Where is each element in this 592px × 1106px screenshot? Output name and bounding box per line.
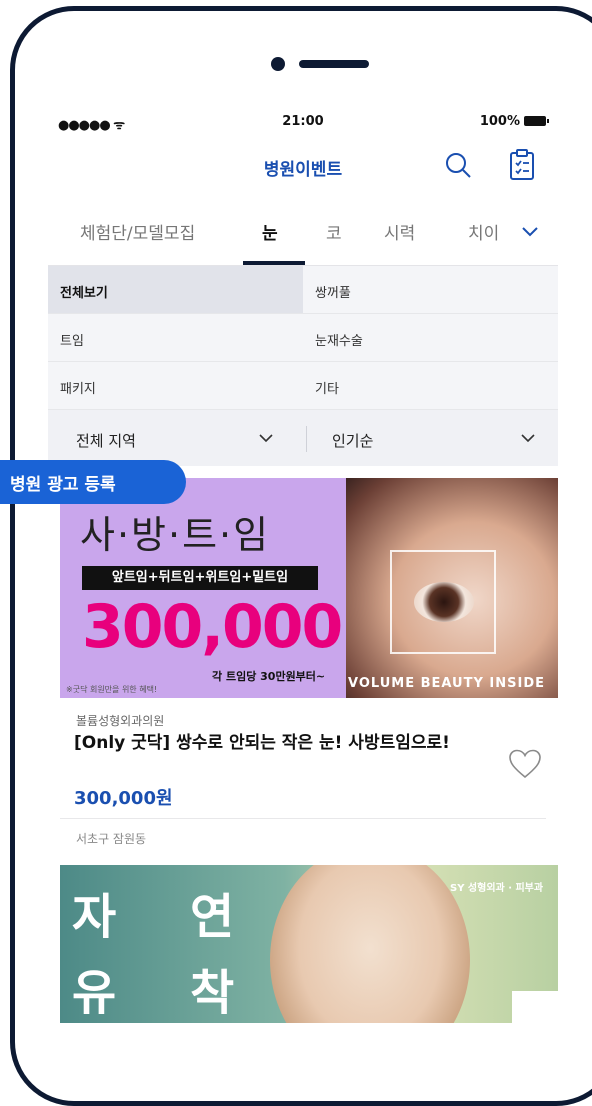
app-screen: ●●●●● ᯤ 21:00 100% 병원이벤트 체험단/모델모집 눈 코 시력… <box>48 105 558 1023</box>
subcategory-grid: 전체보기 쌍꺼풀 트임 눈재수술 패키지 기타 <box>48 266 558 410</box>
tab-vision[interactable]: 시력 <box>384 219 415 244</box>
banner-title: 사·방·트·임 <box>80 513 271 557</box>
banner2-char-4: 착 <box>190 965 235 1021</box>
hospital-location: 서초구 잠원동 <box>76 832 147 846</box>
checklist-icon[interactable] <box>507 149 537 181</box>
banner2-logo: SY 성형외과 · 피부과 <box>450 883 544 894</box>
event-card[interactable]: 사·방·트·임 앞트임+뒤트임+위트임+밑트임 300,000 각 트임당 30… <box>48 466 558 864</box>
category-tabs: 체험단/모델모집 눈 코 시력 치이 <box>48 195 558 266</box>
banner-brand: VOLUME BEAUTY INSIDE <box>348 676 546 691</box>
card-divider <box>60 818 546 819</box>
banner-per-price: 각 트임당 30만원부터~ <box>212 670 326 683</box>
subcategory-eye-revision[interactable]: 눈재수술 <box>303 314 558 362</box>
speaker-slot <box>299 60 369 68</box>
banner2-thumbnail <box>512 991 558 1023</box>
sort-filter[interactable]: 인기순 <box>332 430 373 451</box>
banner2-char-1: 자 <box>72 889 117 945</box>
banner-photo-eye: VOLUME BEAUTY INSIDE <box>346 478 558 698</box>
subcategory-double-eyelid[interactable]: 쌍꺼풀 <box>303 266 558 314</box>
event-banner-image-2[interactable]: 자 연 유 착 SY 성형외과 · 피부과 <box>60 865 558 1023</box>
banner-subtitle: 앞트임+뒤트임+위트임+밑트임 <box>82 566 318 590</box>
banner-price: 300,000 <box>82 592 343 662</box>
subcategory-canthoplasty[interactable]: 트임 <box>48 314 303 362</box>
filter-bar: 전체 지역 인기순 <box>48 410 558 466</box>
eye-graphic <box>414 582 474 622</box>
subcategory-package[interactable]: 패키지 <box>48 362 303 410</box>
banner2-char-2: 연 <box>190 889 235 945</box>
hospital-name: 볼륨성형외과의원 <box>76 714 165 728</box>
chevron-down-icon[interactable] <box>258 432 274 444</box>
active-tab-indicator <box>243 261 305 265</box>
tab-dental[interactable]: 치이 <box>468 219 499 244</box>
tab-nose[interactable]: 코 <box>326 219 342 244</box>
filter-divider <box>306 426 307 452</box>
camera-dot <box>271 57 285 71</box>
event-title[interactable]: [Only 굿닥] 쌍수로 안되는 작은 눈! 사방트임으로! <box>74 732 494 755</box>
heart-icon[interactable] <box>508 748 542 780</box>
page-title: 병원이벤트 <box>263 160 343 180</box>
subcategory-all[interactable]: 전체보기 <box>48 266 303 314</box>
subcategory-etc[interactable]: 기타 <box>303 362 558 410</box>
model-face-graphic <box>270 865 470 1023</box>
tab-eye[interactable]: 눈 <box>262 219 278 244</box>
tab-experience[interactable]: 체험단/모델모집 <box>80 219 195 244</box>
battery-icon <box>524 116 549 126</box>
chevron-down-icon[interactable] <box>520 432 536 444</box>
region-filter[interactable]: 전체 지역 <box>76 430 136 451</box>
event-banner-image[interactable]: 사·방·트·임 앞트임+뒤트임+위트임+밑트임 300,000 각 트임당 30… <box>60 478 558 698</box>
app-header: 병원이벤트 <box>48 139 558 195</box>
chevron-down-icon[interactable] <box>518 221 542 241</box>
battery-percent: 100% <box>479 114 520 129</box>
search-icon[interactable] <box>444 151 472 179</box>
banner-note: ※굿닥 회원만을 위한 혜택! <box>66 685 158 694</box>
status-bar: ●●●●● ᯤ 21:00 100% <box>48 105 558 139</box>
event-price: 300,000원 <box>74 788 173 809</box>
banner-left-panel: 사·방·트·임 앞트임+뒤트임+위트임+밑트임 300,000 각 트임당 30… <box>60 478 346 698</box>
banner2-char-3: 유 <box>72 965 117 1021</box>
ad-register-badge[interactable]: 병원 광고 등록 <box>0 460 186 504</box>
